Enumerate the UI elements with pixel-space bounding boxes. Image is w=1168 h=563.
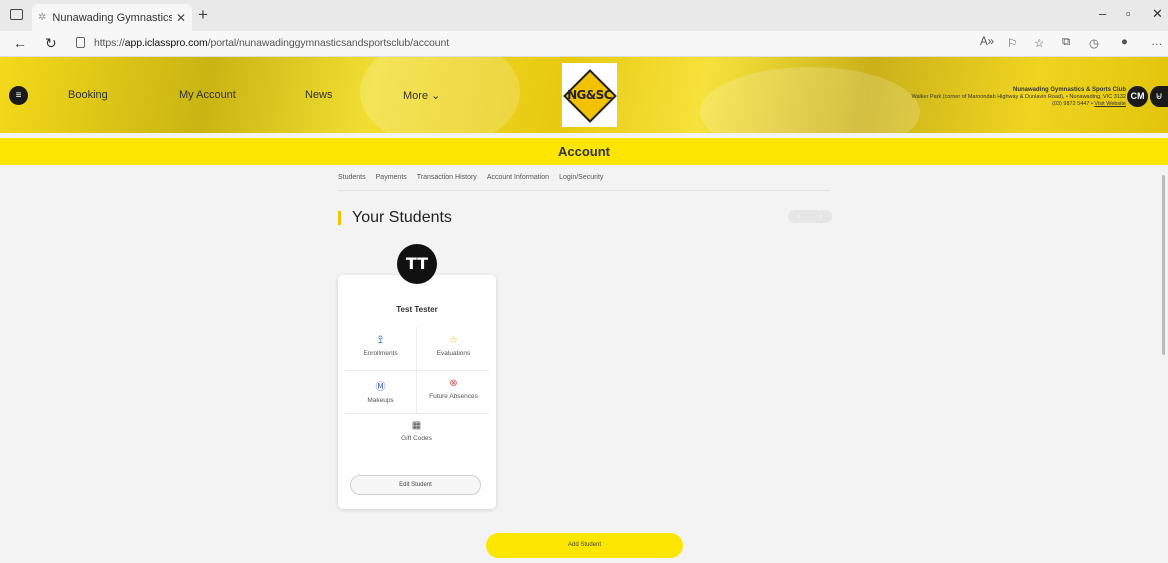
page-scrollbar[interactable] (1162, 175, 1165, 355)
new-tab-icon[interactable]: + (198, 5, 208, 25)
card-grid-divider (345, 413, 489, 414)
lock-icon[interactable] (76, 37, 85, 48)
tab-actions-icon[interactable] (10, 9, 23, 20)
collections-icon[interactable]: ⧉ (1062, 36, 1070, 49)
section-title: Your Students (352, 209, 452, 226)
subnav-transaction-history[interactable]: Transaction History (417, 174, 477, 181)
nav-more-dropdown[interactable]: More ⌄ (403, 89, 440, 102)
subnav-students[interactable]: Students (338, 174, 366, 181)
pager-next-icon[interactable]: › (820, 213, 822, 220)
refresh-icon[interactable]: ↻ (45, 35, 57, 52)
student-name: Test Tester (396, 305, 438, 314)
pager-prev-icon[interactable]: ‹ (798, 213, 800, 220)
users-icon: ꔌ (377, 335, 384, 346)
nav-booking[interactable]: Booking (68, 89, 108, 101)
section-accent-bar (338, 211, 341, 225)
star-icon: ☆ (449, 335, 458, 346)
hamburger-menu-icon[interactable]: ≡ (9, 86, 28, 105)
account-subnav: Students Payments Transaction History Accou… (338, 174, 613, 181)
logo-text: NG&SC (567, 88, 612, 102)
makeups-link[interactable]: Ⓜ Makeups (344, 378, 417, 404)
subnav-login-security[interactable]: Login/Security (559, 174, 603, 181)
page-title: Account (558, 144, 610, 159)
browser-tab-bar: ✲ Nunawading Gymnastics & Spor ✕ + – ▫ ✕ (0, 0, 1168, 31)
cart-icon[interactable]: ⊌ (1150, 86, 1168, 107)
enrollments-label: Enrollments (363, 350, 398, 357)
restore-icon[interactable]: ▫ (1126, 6, 1131, 21)
gift-codes-link[interactable]: ▦ Gift Codes (380, 420, 453, 442)
visit-website-link[interactable]: Visit Website (1094, 101, 1126, 107)
club-phone: (03) 9872 5447 • (1052, 101, 1093, 107)
browser-tab[interactable]: ✲ Nunawading Gymnastics & Spor ✕ (32, 4, 192, 31)
club-address: Walker Park (corner of Maroondah Highway… (911, 94, 1127, 100)
student-pager: ‹ › (788, 210, 832, 223)
future-absences-link[interactable]: ⊗ Future Absences (417, 378, 490, 400)
club-info: Nunawading Gymnastics & Sports Club Walk… (912, 87, 1127, 108)
evaluations-label: Evaluations (436, 350, 471, 357)
makeup-icon: Ⓜ (375, 382, 386, 393)
extensions-icon[interactable]: ⚐ (1007, 36, 1017, 50)
url-field[interactable]: https://app.iclasspro.com/portal/nunawad… (94, 37, 449, 49)
gift-codes-label: Gift Codes (401, 435, 432, 442)
cancel-circle-icon: ⊗ (449, 378, 458, 389)
header-photo-highlight (700, 67, 920, 133)
read-aloud-icon[interactable]: A» (980, 36, 994, 48)
club-name: Nunawading Gymnastics & Sports Club (1012, 87, 1126, 93)
close-tab-icon[interactable]: ✕ (176, 11, 186, 25)
minimize-icon[interactable]: – (1099, 6, 1106, 21)
add-student-button[interactable]: Add Student (486, 533, 683, 558)
more-options-icon[interactable]: … (1151, 36, 1163, 48)
back-icon[interactable]: ← (13, 35, 27, 51)
club-logo[interactable]: NG&SC (562, 63, 617, 127)
qr-code-icon: ▦ (411, 420, 422, 431)
card-grid-divider (345, 370, 489, 371)
profile-icon[interactable]: ● (1121, 36, 1128, 48)
future-absences-label: Future Absences (429, 393, 478, 400)
account-banner: Account (0, 138, 1168, 165)
user-avatar[interactable]: CM (1127, 86, 1148, 107)
edit-student-button[interactable]: Edit Student (350, 475, 481, 495)
address-bar: ← ↻ https://app.iclasspro.com/portal/nun… (0, 31, 1168, 57)
makeups-label: Makeups (367, 397, 394, 404)
close-window-icon[interactable]: ✕ (1152, 6, 1163, 22)
history-icon[interactable]: ◷ (1089, 36, 1099, 50)
nav-my-account[interactable]: My Account (179, 89, 236, 101)
tab-title: Nunawading Gymnastics & Spor (52, 11, 172, 24)
enrollments-link[interactable]: ꔌ Enrollments (344, 335, 417, 357)
site-favicon-icon: ✲ (38, 12, 47, 23)
student-avatar: TT (397, 244, 437, 284)
subnav-payments[interactable]: Payments (376, 174, 407, 181)
favorites-icon[interactable]: ☆ (1034, 36, 1044, 50)
evaluations-link[interactable]: ☆ Evaluations (417, 335, 490, 357)
site-header: ≡ Booking My Account News More ⌄ NG&SC N… (0, 57, 1168, 133)
subnav-divider (338, 190, 830, 191)
nav-news[interactable]: News (305, 89, 333, 101)
subnav-account-information[interactable]: Account Information (487, 174, 549, 181)
